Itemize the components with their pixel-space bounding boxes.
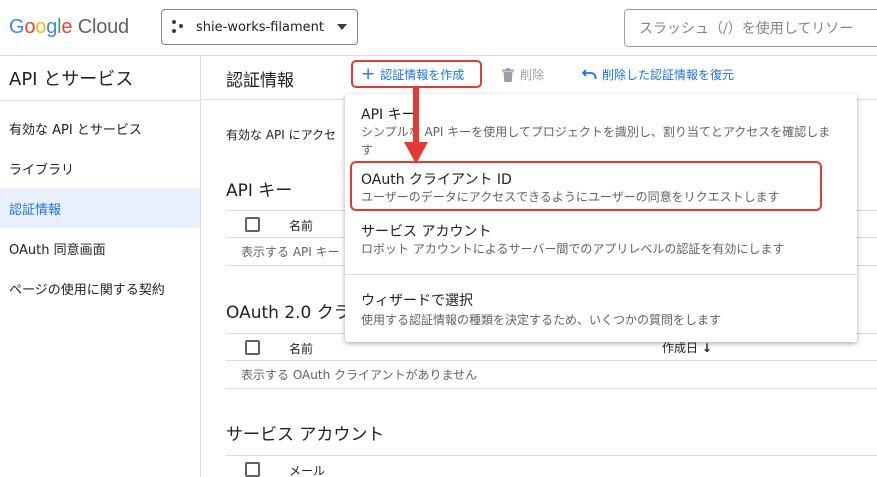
intro-text: 有効な API にアクセ xyxy=(226,128,337,142)
menu-divider xyxy=(345,274,857,275)
delete-label: 削除 xyxy=(520,68,545,82)
sidebar-item-page-usage-agreements[interactable]: ページの使用に関する契約 xyxy=(0,268,200,308)
column-created-label: 作成日 xyxy=(662,341,699,355)
logo-letter: g xyxy=(46,16,58,38)
service-accounts-title: サービス アカウント xyxy=(226,425,385,445)
sidebar-title: API とサービス xyxy=(9,69,134,90)
logo-cloud-text: Cloud xyxy=(77,16,129,38)
menu-item-title: ウィザードで選択 xyxy=(361,293,473,309)
sidebar: API とサービス 有効な API とサービス ライブラリ 認証情報 OAuth… xyxy=(0,56,201,477)
sidebar-item-enabled-apis[interactable]: 有効な API とサービス xyxy=(0,108,200,148)
sidebar-item-oauth-consent[interactable]: OAuth 同意画面 xyxy=(0,228,200,268)
menu-item-description: ロボット アカウントによるサーバー間でのアプリレベルの認証を有効にします xyxy=(361,242,785,256)
annotation-arrow-icon xyxy=(404,86,428,164)
column-name[interactable]: 名前 xyxy=(289,340,313,357)
project-dots-icon xyxy=(172,20,186,34)
project-name: shie-works-filament xyxy=(196,19,325,35)
menu-item-title: サービス アカウント xyxy=(361,224,492,240)
oauth-empty-row: 表示する OAuth クライアントがありません xyxy=(226,361,877,389)
select-all-checkbox[interactable] xyxy=(245,217,260,232)
logo-letter: o xyxy=(24,16,36,38)
google-cloud-logo[interactable]: Google Cloud xyxy=(9,16,129,39)
api-keys-title: API キー xyxy=(226,181,293,201)
column-name[interactable]: 名前 xyxy=(289,217,313,234)
arrow-down-icon: ↓ xyxy=(701,341,712,355)
menu-item-help-me-choose[interactable]: ウィザードで選択 使用する認証情報の種類を決定するため、いくつかの質問をします xyxy=(345,280,857,338)
select-all-checkbox[interactable] xyxy=(245,462,260,477)
plus-icon: + xyxy=(361,63,376,84)
sidebar-item-credentials[interactable]: 認証情報 xyxy=(0,188,200,228)
create-credentials-label: 認証情報を作成 xyxy=(380,67,465,82)
oauth-clients-title: OAuth 2.0 クラ xyxy=(226,303,351,323)
logo-google-text: Google xyxy=(9,16,73,38)
top-bar: Google Cloud shie-works-filament スラッシュ（/… xyxy=(0,0,877,56)
restore-deleted-credentials-button[interactable]: 削除した認証情報を復元 xyxy=(582,66,734,83)
column-email[interactable]: メール xyxy=(289,462,325,477)
delete-button[interactable]: 削除 xyxy=(502,66,544,83)
menu-item-description: 使用する認証情報の種類を決定するため、いくつかの質問をします xyxy=(361,313,722,327)
select-all-checkbox[interactable] xyxy=(245,340,260,355)
undo-icon xyxy=(582,69,597,79)
create-credentials-button[interactable]: + 認証情報を作成 xyxy=(351,60,482,88)
menu-item-description: シンプルな API キーを使用してプロジェクトを識別し、割り当てとアクセスを確認… xyxy=(361,125,831,157)
logo-letter: e xyxy=(61,16,73,38)
page-title: 認証情報 xyxy=(226,71,294,91)
search-input[interactable]: スラッシュ（/）を使用してリソー xyxy=(624,9,877,47)
chevron-down-icon xyxy=(337,24,347,30)
oauth-highlight-annotation xyxy=(350,161,822,211)
menu-item-service-account[interactable]: サービス アカウント ロボット アカウントによるサーバー間でのアプリレベルの認証… xyxy=(345,214,857,268)
sidebar-divider xyxy=(0,100,201,101)
sidebar-item-library[interactable]: ライブラリ xyxy=(0,148,200,188)
logo-letter: o xyxy=(35,16,47,38)
project-picker[interactable]: shie-works-filament xyxy=(161,9,358,45)
service-accounts-table-header: メール xyxy=(226,455,877,477)
restore-label: 削除した認証情報を復元 xyxy=(602,68,735,82)
trash-icon xyxy=(502,67,514,82)
logo-letter: G xyxy=(9,16,25,38)
